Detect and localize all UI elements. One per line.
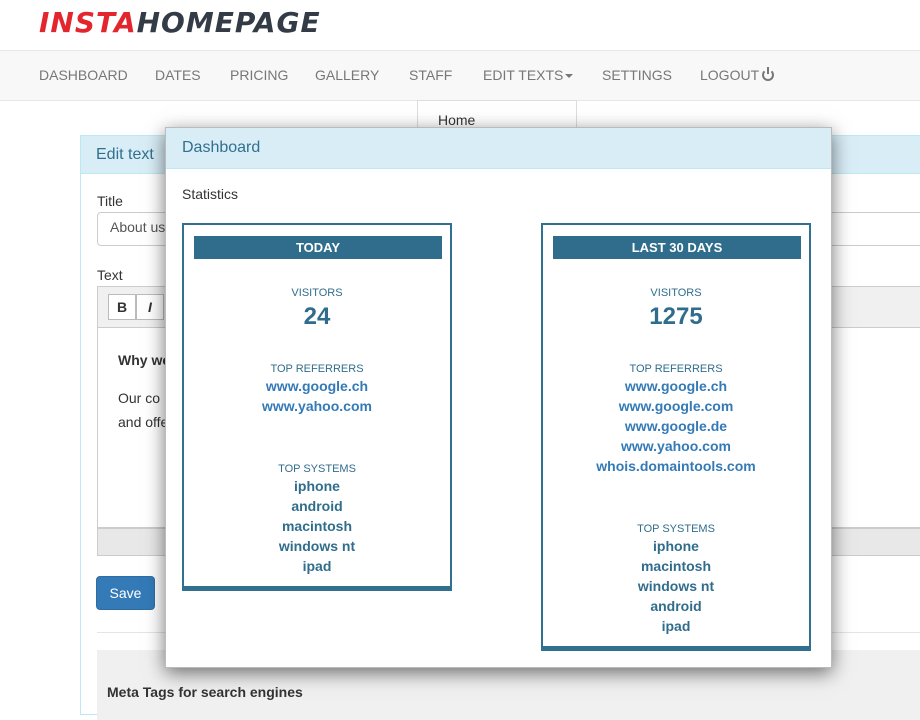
system-item: windows nt <box>278 538 356 554</box>
chevron-down-icon <box>565 74 574 79</box>
system-item: iphone <box>653 538 699 554</box>
card-header: TODAY <box>194 236 442 259</box>
meta-tags-title: Meta Tags for search engines <box>107 684 303 700</box>
nav-pricing[interactable]: PRICING <box>230 67 288 83</box>
top-referrers-label: TOP REFERRERS <box>270 363 364 375</box>
top-systems-label: TOP SYSTEMS <box>278 463 356 475</box>
nav-edit-texts[interactable]: EDIT TEXTS <box>483 67 574 83</box>
nav-gallery[interactable]: GALLERY <box>315 67 379 83</box>
italic-button[interactable]: I <box>136 294 164 320</box>
referrer-link[interactable]: www.google.com <box>543 398 809 414</box>
top-referrers-label: TOP REFERRERS <box>629 363 723 375</box>
nav-dates[interactable]: DATES <box>155 67 201 83</box>
visitors-label: VISITORS <box>291 287 343 299</box>
nav-edit-texts-label: EDIT TEXTS <box>483 67 564 83</box>
editor-line: and offe <box>118 414 169 430</box>
referrer-link[interactable]: www.yahoo.com <box>184 398 450 414</box>
visitors-count: 24 <box>303 303 331 330</box>
nav-logout[interactable]: LOGOUT <box>700 67 775 83</box>
logo[interactable]: instahomepage <box>39 6 321 39</box>
system-item: macintosh <box>281 518 352 534</box>
visitors-label: VISITORS <box>650 287 702 299</box>
referrer-link[interactable]: www.google.de <box>543 418 809 434</box>
referrer-link[interactable]: www.yahoo.com <box>543 438 809 454</box>
header: instahomepage <box>0 0 920 50</box>
save-button[interactable]: Save <box>96 576 155 610</box>
nav-dashboard[interactable]: DASHBOARD <box>39 67 128 83</box>
power-icon <box>762 67 775 81</box>
system-item: iphone <box>294 478 340 494</box>
system-item: android <box>291 498 343 514</box>
top-systems-label: TOP SYSTEMS <box>637 523 715 535</box>
panel-title: Edit text <box>96 146 154 163</box>
text-label: Text <box>97 267 123 283</box>
logo-part-homepage: homepage <box>136 6 321 39</box>
editor-heading: Why we <box>118 352 171 368</box>
bold-button[interactable]: B <box>108 294 136 320</box>
modal-title: Dashboard <box>182 139 261 156</box>
referrer-link[interactable]: whois.domaintools.com <box>543 458 809 474</box>
referrer-link[interactable]: www.google.ch <box>543 378 809 394</box>
dropdown-item-home[interactable]: Home <box>438 112 475 128</box>
main-navbar: DASHBOARD DATES PRICING GALLERY STAFF ED… <box>0 50 920 101</box>
stats-card-today: TODAY VISITORS 24 TOP REFERRERS www.goog… <box>182 223 452 591</box>
nav-logout-label: LOGOUT <box>700 67 760 83</box>
dashboard-modal: Dashboard Statistics TODAY VISITORS 24 T… <box>165 127 832 668</box>
title-label: Title <box>97 193 123 209</box>
referrer-link[interactable]: www.google.ch <box>184 378 450 394</box>
visitors-count: 1275 <box>649 303 703 330</box>
system-item: android <box>650 598 702 614</box>
system-item: windows nt <box>637 578 715 594</box>
system-item: ipad <box>302 558 332 574</box>
stats-card-last-30-days: LAST 30 DAYS VISITORS 1275 TOP REFERRERS… <box>541 223 811 651</box>
card-header: LAST 30 DAYS <box>553 236 801 259</box>
statistics-label: Statistics <box>182 186 239 202</box>
nav-staff[interactable]: STAFF <box>409 67 452 83</box>
logo-part-insta: insta <box>39 6 137 39</box>
editor-line: Our co <box>118 390 161 406</box>
nav-settings[interactable]: SETTINGS <box>602 67 672 83</box>
modal-header: Dashboard <box>166 128 831 169</box>
system-item: ipad <box>661 618 691 634</box>
system-item: macintosh <box>640 558 711 574</box>
